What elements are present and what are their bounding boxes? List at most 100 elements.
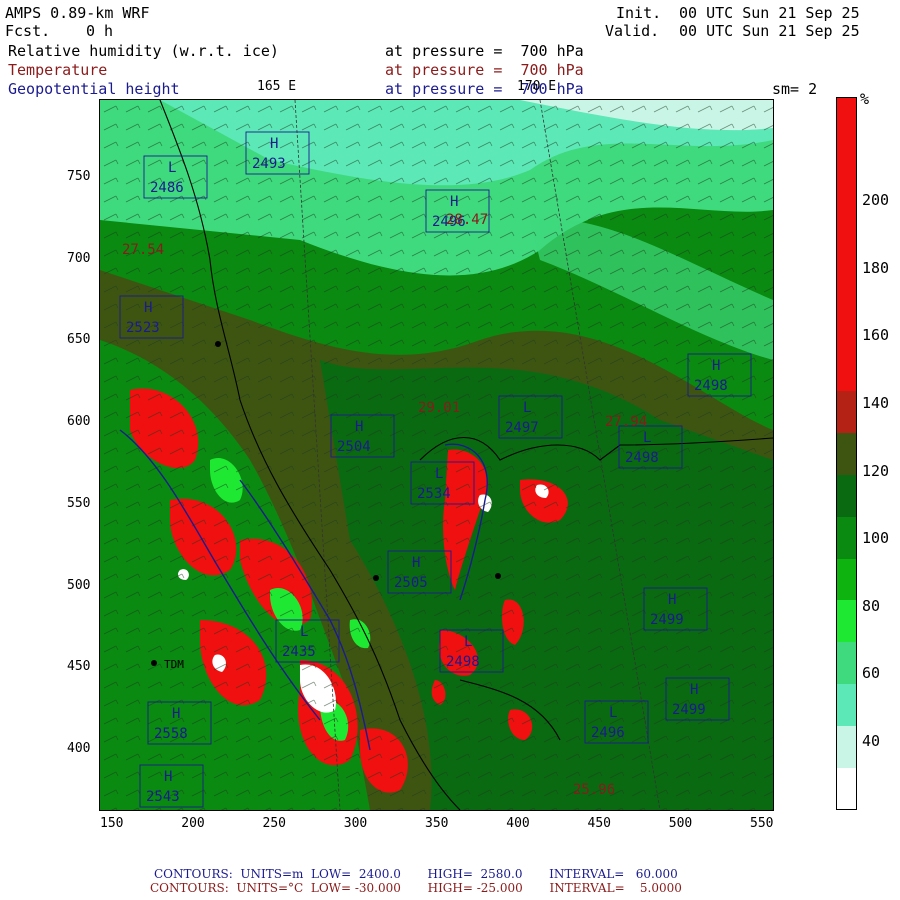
- colorbar-segment: [837, 516, 856, 559]
- high-letter: H: [412, 555, 420, 571]
- y-tick-label: 600: [67, 414, 91, 430]
- station-label: TDM: [164, 658, 184, 671]
- low-value: 2498: [625, 450, 659, 466]
- colorbar-segment: [837, 767, 856, 810]
- high-value: 2504: [337, 439, 371, 455]
- forecast-label: Fcst.: [5, 22, 51, 40]
- high-letter: H: [712, 358, 720, 374]
- field-height-name: Geopotential height: [8, 80, 180, 98]
- x-tick-label: 500: [668, 816, 693, 831]
- x-tick-label: 300: [343, 816, 368, 831]
- colorbar-segment: [837, 139, 856, 183]
- temp-label: 27.54: [122, 242, 164, 258]
- valid-label: Valid.: [605, 22, 660, 40]
- colorbar-segment: [837, 181, 856, 224]
- low-value: 2498: [446, 654, 480, 670]
- y-tick-label: 750: [67, 169, 91, 184]
- field-rh-level: at pressure = 700 hPa: [385, 42, 584, 60]
- high-letter: H: [270, 136, 278, 152]
- station-dot: [373, 575, 379, 581]
- colorbar-label: 140: [862, 393, 890, 412]
- colorbar-label: 160: [862, 326, 890, 345]
- smoothing-label: sm= 2: [772, 80, 818, 98]
- high-letter: H: [690, 682, 698, 698]
- colorbar-unit: %: [860, 90, 870, 108]
- colorbar-segment: [837, 348, 856, 392]
- colorbar-label: 40: [862, 732, 881, 750]
- high-letter: H: [355, 419, 363, 435]
- colorbar-segment: [837, 725, 856, 768]
- x-tick-label: 150: [100, 816, 124, 831]
- colorbar-segment: [837, 432, 856, 475]
- colorbar-segment: [837, 390, 856, 434]
- low-letter: L: [464, 634, 472, 650]
- low-letter: L: [168, 160, 176, 176]
- colorbar-label: 120: [862, 461, 890, 480]
- low-value: 2497: [505, 420, 539, 436]
- high-value: 2505: [394, 575, 428, 591]
- temp-label: 25.96: [573, 782, 615, 798]
- footer-temp-contours: CONTOURS: UNITS=°C LOW= -30.000 HIGH= -2…: [150, 881, 682, 895]
- y-tick-label: 450: [67, 659, 91, 675]
- colorbar-segment: [837, 223, 856, 266]
- meridian-label-170: 170 E: [517, 79, 557, 94]
- map-plot: TDM H 2493 L 2486 H 2496 H 2498 H 2504 L…: [99, 99, 774, 811]
- low-value: 2435: [282, 644, 316, 660]
- colorbar-label: 100: [862, 529, 890, 548]
- y-tick-label: 500: [67, 577, 91, 593]
- low-letter: L: [435, 466, 443, 482]
- field-rh-name: Relative humidity (w.r.t. ice): [8, 42, 279, 60]
- colorbar-segment: [837, 599, 856, 643]
- high-value: 2523: [126, 320, 160, 336]
- low-letter: L: [609, 705, 617, 721]
- colorbar-segment: [837, 558, 856, 601]
- high-value: 2543: [146, 789, 180, 805]
- high-value: 2498: [694, 378, 728, 394]
- y-tick-label: 550: [67, 495, 91, 511]
- low-value: 2486: [150, 180, 184, 196]
- footer-height-contours: CONTOURS: UNITS=m LOW= 2400.0 HIGH= 2580…: [154, 867, 678, 881]
- high-letter: H: [450, 194, 458, 210]
- x-tick-label: 550: [750, 816, 774, 831]
- high-value: 2499: [650, 612, 684, 628]
- high-letter: H: [144, 300, 152, 316]
- x-tick-label: 250: [262, 816, 286, 831]
- high-letter: H: [164, 769, 172, 785]
- colorbar-segment: [837, 265, 856, 308]
- x-tick-label: 350: [425, 816, 449, 831]
- map-svg: TDM H 2493 L 2486 H 2496 H 2498 H 2504 L…: [100, 100, 773, 810]
- y-tick-label: 400: [67, 741, 91, 756]
- field-temp-level: at pressure = 700 hPa: [385, 61, 584, 79]
- valid-value: 00 UTC Sun 21 Sep 25: [679, 22, 860, 40]
- high-letter: H: [172, 706, 180, 722]
- high-letter: H: [668, 592, 676, 608]
- x-tick-label: 400: [506, 816, 530, 831]
- y-tick-label: 650: [67, 332, 91, 348]
- init-label: Init.: [616, 4, 662, 22]
- high-value: 2493: [252, 156, 286, 172]
- station-dot: [151, 660, 157, 666]
- low-letter: L: [300, 624, 308, 640]
- high-value: 2558: [154, 726, 188, 742]
- station-dot: [215, 341, 221, 347]
- low-letter: L: [643, 430, 651, 446]
- station-dot: [495, 573, 501, 579]
- colorbar-segment: [837, 98, 856, 141]
- meridian-label-165: 165 E: [257, 79, 297, 94]
- temp-label: 27.94: [605, 414, 647, 430]
- temp-label: 28.47: [446, 212, 488, 228]
- low-value: 2534: [417, 486, 451, 502]
- temp-label: 29.01: [418, 400, 460, 416]
- colorbar-segment: [837, 641, 856, 685]
- colorbar-label: 80: [862, 596, 881, 615]
- colorbar: [836, 97, 857, 810]
- low-letter: L: [523, 400, 531, 416]
- colorbar-segment: [837, 474, 856, 517]
- field-temp-name: Temperature: [8, 61, 108, 79]
- colorbar-label: 180: [862, 258, 890, 277]
- high-value: 2499: [672, 702, 706, 718]
- forecast-value: 0 h: [86, 22, 114, 40]
- y-tick-label: 700: [67, 250, 91, 266]
- x-tick-label: 450: [587, 816, 611, 831]
- colorbar-label: 200: [862, 191, 890, 209]
